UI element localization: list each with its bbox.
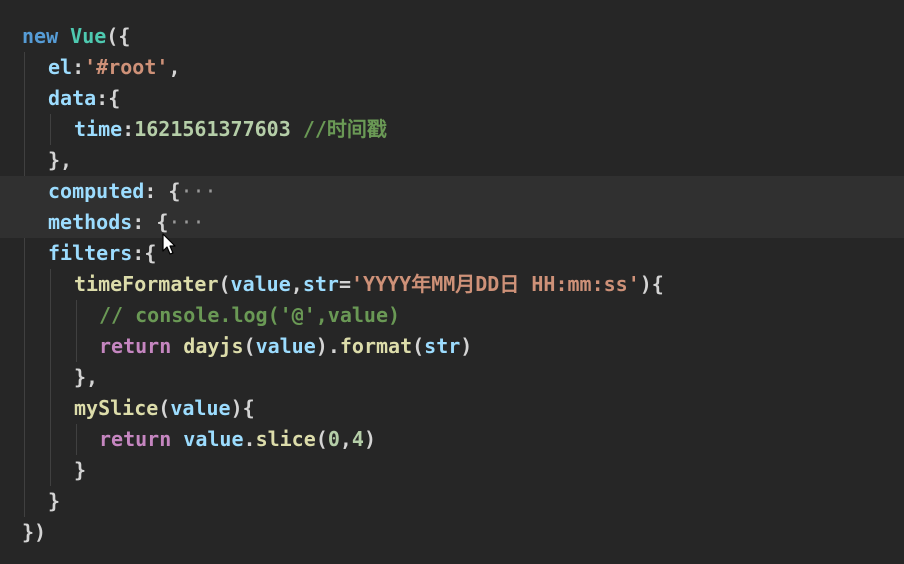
code-token: ) bbox=[363, 427, 377, 451]
code-token: ({ bbox=[106, 24, 131, 48]
code-line[interactable]: mySlice(value){ bbox=[0, 393, 904, 424]
code-token: 'YYYY年MM月DD日 HH:mm:ss' bbox=[350, 272, 640, 296]
code-token: }, bbox=[48, 148, 73, 172]
code-token: 4 bbox=[351, 427, 364, 451]
code-token: = bbox=[338, 272, 351, 296]
code-line[interactable]: }) bbox=[0, 517, 904, 548]
code-token: str bbox=[302, 272, 339, 296]
code-token: ( bbox=[315, 427, 328, 451]
fold-ellipsis-icon[interactable]: ··· bbox=[168, 210, 204, 234]
code-token: } bbox=[48, 489, 61, 513]
code-line-text: timeFormater(value,str='YYYY年MM月DD日 HH:m… bbox=[74, 269, 664, 300]
code-token: ( bbox=[243, 334, 256, 358]
code-line-text: mySlice(value){ bbox=[74, 393, 255, 424]
code-token: mySlice bbox=[74, 396, 159, 420]
code-token: // console.log('@',value) bbox=[99, 303, 401, 327]
code-line-text: } bbox=[48, 486, 60, 517]
code-token: : { bbox=[144, 179, 181, 203]
code-token: :{ bbox=[132, 241, 157, 265]
code-line-text: }, bbox=[48, 145, 72, 176]
code-token: str bbox=[424, 334, 461, 358]
code-token: , bbox=[168, 55, 181, 79]
code-token: timeFormater bbox=[74, 272, 219, 296]
code-line[interactable]: computed: {··· bbox=[0, 176, 904, 207]
code-token: ( bbox=[412, 334, 425, 358]
code-token: ){ bbox=[230, 396, 255, 420]
code-line-text: } bbox=[74, 455, 86, 486]
code-token: . bbox=[243, 427, 256, 451]
code-line[interactable]: } bbox=[0, 455, 904, 486]
code-token: new bbox=[22, 24, 59, 48]
code-line-text: methods: {··· bbox=[48, 207, 205, 238]
code-line-text: time:1621561377603 //时间戳 bbox=[74, 114, 387, 145]
code-line[interactable]: return dayjs(value).format(str) bbox=[0, 331, 904, 362]
code-token: '#root' bbox=[84, 55, 169, 79]
code-line-text: }, bbox=[74, 362, 98, 393]
code-line-text: return dayjs(value).format(str) bbox=[99, 331, 472, 362]
code-token: return bbox=[99, 427, 172, 451]
code-token: , bbox=[339, 427, 352, 451]
code-line-text: return value.slice(0,4) bbox=[99, 424, 376, 455]
code-token: dayjs bbox=[183, 334, 244, 358]
code-line-text: el:'#root', bbox=[48, 52, 180, 83]
code-line[interactable]: return value.slice(0,4) bbox=[0, 424, 904, 455]
code-line-text: computed: {··· bbox=[48, 176, 217, 207]
code-line[interactable]: time:1621561377603 //时间戳 bbox=[0, 114, 904, 145]
fold-ellipsis-icon[interactable]: ··· bbox=[180, 179, 216, 203]
code-token: value bbox=[183, 427, 244, 451]
code-line[interactable]: filters:{ bbox=[0, 238, 904, 269]
code-token: format bbox=[339, 334, 413, 358]
code-token: value bbox=[170, 396, 231, 420]
code-token: :{ bbox=[96, 86, 121, 110]
code-line[interactable]: timeFormater(value,str='YYYY年MM月DD日 HH:m… bbox=[0, 269, 904, 300]
code-token: : { bbox=[132, 210, 169, 234]
code-line[interactable]: el:'#root', bbox=[0, 52, 904, 83]
code-line[interactable]: data:{ bbox=[0, 83, 904, 114]
code-token: slice bbox=[255, 427, 316, 451]
code-token: el bbox=[48, 55, 73, 79]
mouse-pointer-icon bbox=[162, 233, 176, 255]
code-token: return bbox=[99, 334, 172, 358]
code-editor[interactable]: new Vue({el:'#root', data:{time:162156137… bbox=[0, 0, 904, 564]
code-line[interactable]: }, bbox=[0, 145, 904, 176]
code-line[interactable]: methods: {··· bbox=[0, 207, 904, 238]
code-token: ). bbox=[315, 334, 340, 358]
code-token: , bbox=[290, 272, 303, 296]
code-token: value bbox=[230, 272, 291, 296]
code-token: : bbox=[122, 117, 135, 141]
code-line-text: new Vue({ bbox=[22, 21, 130, 52]
code-token: }, bbox=[74, 365, 99, 389]
code-line-text: filters:{ bbox=[48, 238, 156, 269]
code-token: ( bbox=[218, 272, 231, 296]
code-token: 0 bbox=[327, 427, 340, 451]
code-token: filters bbox=[48, 241, 133, 265]
code-token: ( bbox=[158, 396, 171, 420]
code-token: data bbox=[48, 86, 97, 110]
code-token: ){ bbox=[639, 272, 664, 296]
code-token: computed bbox=[48, 179, 145, 203]
code-line-text: // console.log('@',value) bbox=[99, 300, 400, 331]
code-line[interactable]: }, bbox=[0, 362, 904, 393]
code-line[interactable]: } bbox=[0, 486, 904, 517]
code-token: Vue bbox=[70, 24, 107, 48]
code-token: } bbox=[74, 458, 87, 482]
code-line[interactable]: new Vue({ bbox=[0, 21, 904, 52]
code-token: value bbox=[255, 334, 316, 358]
code-token: 1621561377603 bbox=[134, 117, 291, 141]
code-token: ) bbox=[460, 334, 473, 358]
code-token: }) bbox=[22, 520, 47, 544]
code-token: methods bbox=[48, 210, 133, 234]
code-line[interactable]: // console.log('@',value) bbox=[0, 300, 904, 331]
code-line-text: }) bbox=[22, 517, 46, 548]
code-token: //时间戳 bbox=[302, 117, 387, 141]
code-token: time bbox=[74, 117, 123, 141]
code-line-text: data:{ bbox=[48, 83, 120, 114]
code-token: : bbox=[72, 55, 85, 79]
